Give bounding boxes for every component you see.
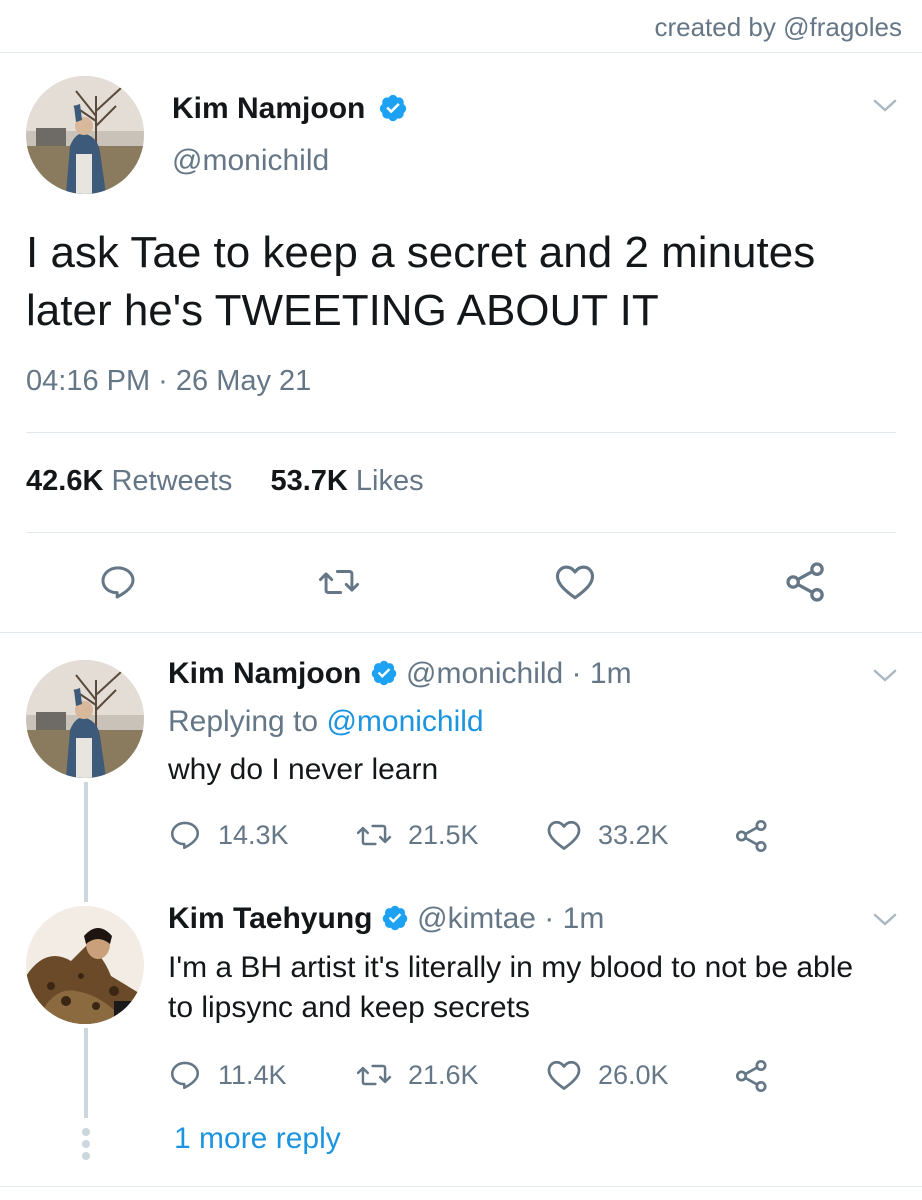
avatar[interactable] xyxy=(26,906,144,1024)
thread-line xyxy=(84,1028,88,1118)
author-name[interactable]: Kim Taehyung xyxy=(168,902,372,935)
reply-icon[interactable] xyxy=(98,562,138,602)
author-name[interactable]: Kim Namjoon xyxy=(172,92,365,125)
like-icon[interactable] xyxy=(546,818,582,852)
author-row: Kim Namjoon xyxy=(172,92,408,126)
tweet-timestamp[interactable]: 04:16 PM · 26 May 21 xyxy=(26,365,311,398)
reply-handle-time[interactable]: @kimtae · 1m xyxy=(417,902,604,935)
more-dot xyxy=(82,1152,90,1160)
reply-count: 11.4K xyxy=(218,1059,287,1090)
like-count: 33.2K xyxy=(598,819,669,850)
chevron-down-icon[interactable] xyxy=(872,668,898,684)
author-name[interactable]: Kim Namjoon xyxy=(168,657,361,690)
chevron-down-icon[interactable] xyxy=(872,912,898,928)
verified-badge-icon xyxy=(382,905,408,931)
verified-badge-icon xyxy=(371,660,396,686)
divider xyxy=(26,432,896,433)
top-divider xyxy=(0,52,922,53)
retweet-icon[interactable] xyxy=(318,562,360,602)
share-icon[interactable] xyxy=(734,818,770,854)
share-icon[interactable] xyxy=(784,560,828,604)
reply-handle-time[interactable]: @monichild · 1m xyxy=(406,657,632,690)
likes-label[interactable]: Likes xyxy=(356,465,424,497)
avatar[interactable] xyxy=(26,660,144,778)
more-replies-link[interactable]: 1 more reply xyxy=(174,1122,341,1156)
retweet-icon[interactable] xyxy=(356,1058,392,1092)
reply-icon[interactable] xyxy=(168,818,202,852)
replying-to-handle[interactable]: @monichild xyxy=(326,705,483,738)
tweet-text: I ask Tae to keep a secret and 2 minutes… xyxy=(26,228,816,335)
reply-action[interactable]: 14.3K xyxy=(168,818,289,852)
more-dot xyxy=(82,1128,90,1136)
replying-to-label: Replying to xyxy=(168,705,319,738)
tweet-stats: 42.6K Retweets 53.7K Likes xyxy=(26,465,424,498)
avatar[interactable] xyxy=(26,76,144,194)
likes-count[interactable]: 53.7K xyxy=(270,465,347,497)
reply-author-row: Kim Namjoon @monichild · 1m xyxy=(168,657,632,691)
retweet-count: 21.5K xyxy=(408,819,479,850)
retweets-label[interactable]: Retweets xyxy=(111,465,232,497)
retweet-count: 21.6K xyxy=(408,1059,479,1090)
like-icon[interactable] xyxy=(546,1058,582,1092)
divider xyxy=(26,532,896,533)
retweet-action[interactable]: 21.5K xyxy=(356,818,479,852)
reply-count: 14.3K xyxy=(218,819,289,850)
reply-text: I'm a BH artist it's literally in my blo… xyxy=(168,951,854,1024)
verified-badge-icon xyxy=(379,94,406,122)
like-action[interactable]: 33.2K xyxy=(546,818,669,852)
reply-action[interactable]: 11.4K xyxy=(168,1058,287,1092)
reply-text: why do I never learn xyxy=(168,753,439,786)
reply-icon[interactable] xyxy=(168,1058,202,1092)
more-dot xyxy=(82,1140,90,1148)
chevron-down-icon[interactable] xyxy=(872,98,898,114)
like-action[interactable]: 26.0K xyxy=(546,1058,669,1092)
reply-author-row: Kim Taehyung @kimtae · 1m xyxy=(168,902,604,936)
retweet-icon[interactable] xyxy=(356,818,392,852)
retweets-count[interactable]: 42.6K xyxy=(26,465,103,497)
share-icon[interactable] xyxy=(734,1058,770,1094)
replying-to: Replying to @monichild xyxy=(168,705,484,739)
divider xyxy=(0,632,922,633)
like-count: 26.0K xyxy=(598,1059,669,1090)
credit-text: created by @fragoles xyxy=(654,12,902,42)
like-icon[interactable] xyxy=(554,562,596,602)
author-handle[interactable]: @monichild xyxy=(172,144,329,178)
retweet-action[interactable]: 21.6K xyxy=(356,1058,479,1092)
thread-line xyxy=(84,782,88,902)
bottom-divider xyxy=(0,1186,922,1187)
